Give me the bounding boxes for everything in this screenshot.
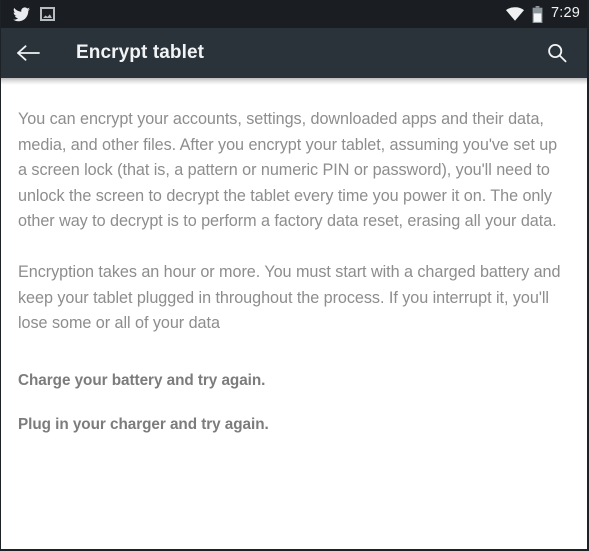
twitter-icon bbox=[13, 6, 30, 22]
android-encrypt-tablet-screen: 7:29 Encrypt tablet You can encrypt your… bbox=[0, 0, 589, 551]
description-paragraph-1: You can encrypt your accounts, settings,… bbox=[18, 110, 558, 231]
search-button[interactable] bbox=[532, 28, 582, 78]
warning-plug-in-charger: Plug in your charger and try again. bbox=[18, 415, 269, 433]
back-arrow-icon bbox=[17, 45, 40, 61]
description-paragraph-2: Encryption takes an hour or more. You mu… bbox=[18, 262, 561, 333]
status-bar-system-icons: 7:29 bbox=[505, 5, 580, 23]
warning-charge-battery: Charge your battery and try again. bbox=[18, 371, 266, 389]
status-bar-notification-icons bbox=[13, 6, 55, 22]
page-title: Encrypt tablet bbox=[76, 42, 205, 63]
wifi-icon bbox=[505, 7, 524, 21]
status-bar-clock: 7:29 bbox=[550, 5, 580, 22]
warning-block: Charge your battery and try again. Plug … bbox=[18, 370, 566, 436]
search-icon bbox=[548, 44, 567, 63]
screenshot-icon bbox=[40, 7, 55, 21]
back-button[interactable] bbox=[1, 28, 55, 78]
status-bar: 7:29 bbox=[1, 0, 587, 28]
content-area: You can encrypt your accounts, settings,… bbox=[1, 85, 587, 549]
app-bar-shadow bbox=[1, 78, 587, 85]
battery-icon bbox=[532, 5, 543, 23]
app-bar: Encrypt tablet bbox=[1, 28, 587, 78]
